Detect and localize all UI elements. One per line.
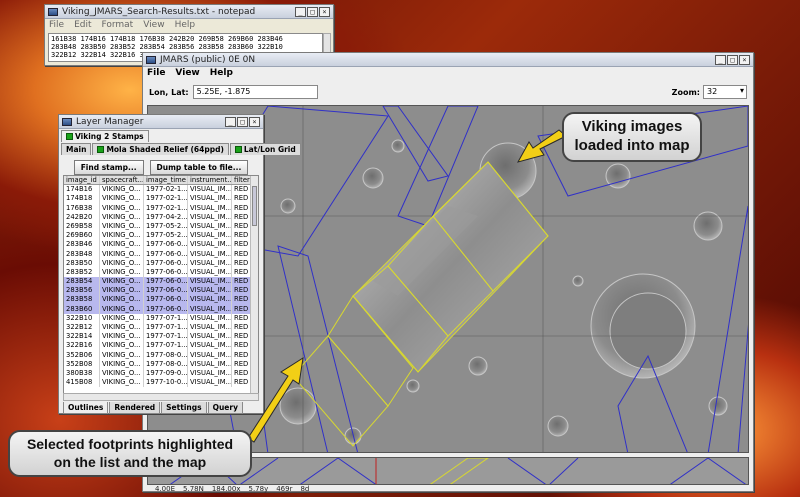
arrow-to-images xyxy=(516,129,567,163)
callout-selected-footprints: Selected footprints highlighted on the l… xyxy=(8,430,252,477)
annotation-arrows xyxy=(247,129,567,443)
arrow-to-footprints xyxy=(247,356,304,443)
callout-images-loaded: Viking images loaded into map xyxy=(562,112,702,162)
